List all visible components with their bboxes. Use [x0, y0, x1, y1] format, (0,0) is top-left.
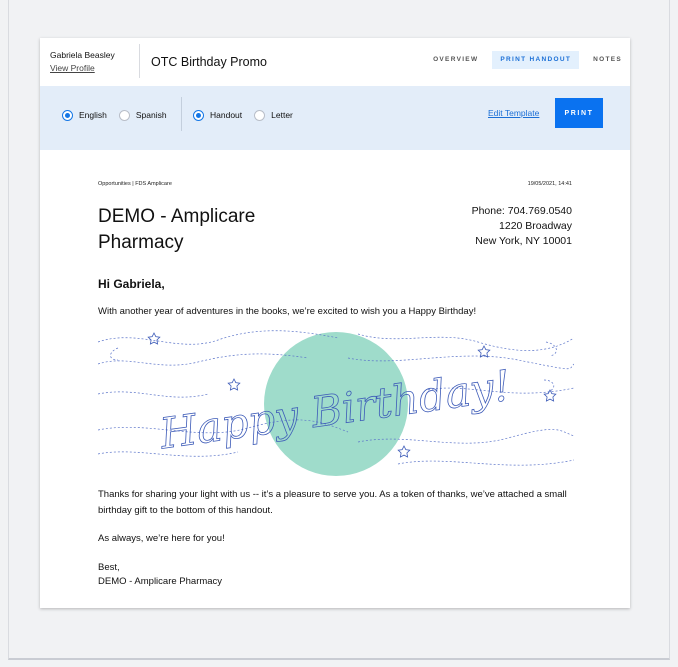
radio-spanish[interactable]: Spanish	[118, 109, 167, 121]
greeting: Hi Gabriela,	[98, 277, 165, 291]
radio-label: English	[79, 110, 107, 120]
radio-button-icon	[118, 109, 130, 121]
contact-block: Phone: 704.769.0540 1220 Broadway New Yo…	[472, 204, 572, 249]
print-toolbar: English Spanish Handout Letter Edit Temp…	[40, 86, 630, 150]
paragraph-intro: With another year of adventures in the b…	[98, 306, 477, 317]
timestamp: 19/05/2021, 14:41	[527, 181, 572, 187]
language-radio-group: English Spanish	[62, 108, 179, 122]
radio-label: Handout	[210, 110, 243, 120]
format-radio-group: Handout Letter	[193, 108, 305, 122]
signoff: Best,	[98, 562, 120, 573]
phone: Phone: 704.769.0540	[471, 205, 572, 217]
radio-label: Spanish	[135, 110, 167, 120]
paragraph-thanks: Thanks for sharing your light with us --…	[98, 489, 567, 516]
tab-print-handout[interactable]: PRINT HANDOUT	[492, 51, 580, 69]
toolbar-divider	[181, 97, 182, 131]
signature: DEMO - Amplicare Pharmacy	[98, 576, 223, 587]
edit-template-link[interactable]: Edit Template	[488, 108, 539, 118]
breadcrumb: Opportunities | FDS Amplicare	[98, 181, 172, 187]
page-title: OTC Birthday Promo	[151, 55, 268, 69]
radio-handout[interactable]: Handout	[193, 109, 243, 121]
radio-english[interactable]: English	[62, 109, 107, 121]
radio-button-icon	[254, 109, 266, 121]
pharmacy-name: DEMO - Amplicare Pharmacy	[98, 206, 256, 253]
print-button[interactable]: PRINT	[555, 98, 603, 128]
radio-label: Letter	[271, 110, 293, 120]
header: Gabriela Beasley View Profile OTC Birthd…	[40, 38, 630, 86]
tab-overview[interactable]: OVERVIEW	[425, 51, 486, 69]
paragraph-closing: As always, we’re here for you!	[98, 533, 225, 544]
birthday-banner: Happy Birthday!	[98, 330, 574, 476]
header-divider	[139, 44, 140, 78]
promo-card: Gabriela Beasley View Profile OTC Birthd…	[40, 38, 630, 608]
radio-button-icon	[193, 109, 204, 121]
handout-document: Opportunities | FDS Amplicare 19/05/2021…	[40, 150, 630, 608]
radio-button-icon	[62, 109, 73, 121]
user-name: Gabriela Beasley	[50, 50, 115, 60]
address-line2: New York, NY 10001	[475, 235, 572, 247]
address-line1: 1220 Broadway	[499, 220, 572, 232]
radio-letter[interactable]: Letter	[254, 109, 293, 121]
tab-bar: OVERVIEW PRINT HANDOUT NOTES	[419, 51, 630, 69]
view-profile-link[interactable]: View Profile	[50, 63, 95, 73]
signoff-block: Best, DEMO - Amplicare Pharmacy	[98, 561, 222, 589]
tab-notes[interactable]: NOTES	[585, 51, 630, 69]
